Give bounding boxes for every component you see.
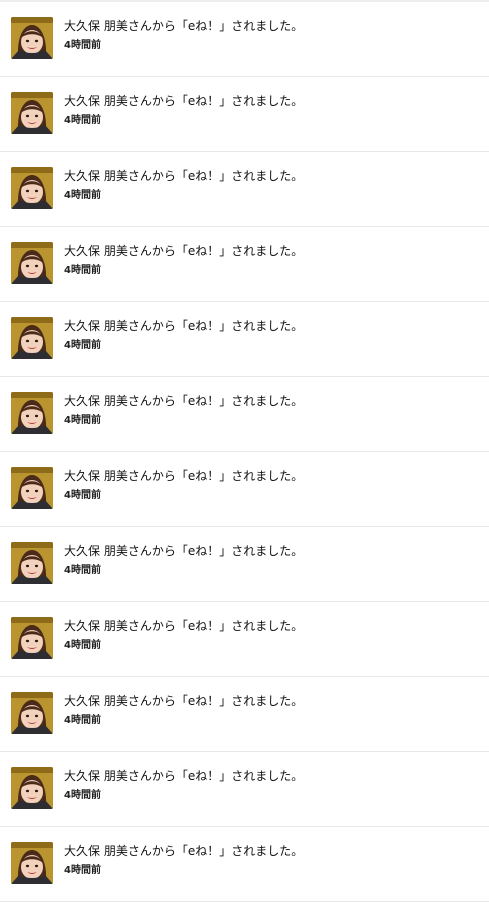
avatar[interactable]: [11, 842, 53, 884]
notification-text: 大久保 朋美さんから「eね！」されました。 4時間前: [64, 693, 479, 727]
avatar[interactable]: [11, 617, 53, 659]
notification-item[interactable]: 大久保 朋美さんから「eね！」されました。 4時間前: [0, 527, 489, 602]
notification-message: 大久保 朋美さんから「eね！」されました。: [64, 169, 304, 183]
notification-text: 大久保 朋美さんから「eね！」されました。 4時間前: [64, 393, 479, 427]
notification-list: 大久保 朋美さんから「eね！」されました。 4時間前 大久保 朋美さんから「eね…: [0, 2, 489, 902]
notification-time: 4時間前: [64, 415, 101, 426]
notification-text: 大久保 朋美さんから「eね！」されました。 4時間前: [64, 543, 479, 577]
notification-message: 大久保 朋美さんから「eね！」されました。: [64, 769, 304, 783]
notification-time: 4時間前: [64, 565, 101, 576]
avatar-image: [11, 467, 53, 509]
avatar-image: [11, 92, 53, 134]
avatar-image: [11, 242, 53, 284]
notification-item[interactable]: 大久保 朋美さんから「eね！」されました。 4時間前: [0, 677, 489, 752]
avatar[interactable]: [11, 392, 53, 434]
notification-message: 大久保 朋美さんから「eね！」されました。: [64, 619, 304, 633]
notification-message: 大久保 朋美さんから「eね！」されました。: [64, 94, 304, 108]
notification-time: 4時間前: [64, 190, 101, 201]
notification-time: 4時間前: [64, 40, 101, 51]
avatar-image: [11, 767, 53, 809]
notification-item[interactable]: 大久保 朋美さんから「eね！」されました。 4時間前: [0, 602, 489, 677]
notification-text: 大久保 朋美さんから「eね！」されました。 4時間前: [64, 768, 479, 802]
notification-text: 大久保 朋美さんから「eね！」されました。 4時間前: [64, 18, 479, 52]
notification-time: 4時間前: [64, 265, 101, 276]
avatar-image: [11, 17, 53, 59]
notification-item[interactable]: 大久保 朋美さんから「eね！」されました。 4時間前: [0, 752, 489, 827]
notification-item[interactable]: 大久保 朋美さんから「eね！」されました。 4時間前: [0, 377, 489, 452]
avatar[interactable]: [11, 317, 53, 359]
notification-message: 大久保 朋美さんから「eね！」されました。: [64, 19, 304, 33]
notification-message: 大久保 朋美さんから「eね！」されました。: [64, 844, 304, 858]
notification-message: 大久保 朋美さんから「eね！」されました。: [64, 544, 304, 558]
notification-item[interactable]: 大久保 朋美さんから「eね！」されました。 4時間前: [0, 452, 489, 527]
notification-item[interactable]: 大久保 朋美さんから「eね！」されました。 4時間前: [0, 2, 489, 77]
notification-text: 大久保 朋美さんから「eね！」されました。 4時間前: [64, 468, 479, 502]
avatar[interactable]: [11, 242, 53, 284]
avatar-image: [11, 392, 53, 434]
notification-time: 4時間前: [64, 865, 101, 876]
avatar[interactable]: [11, 767, 53, 809]
notification-message: 大久保 朋美さんから「eね！」されました。: [64, 694, 304, 708]
notification-message: 大久保 朋美さんから「eね！」されました。: [64, 319, 304, 333]
notification-time: 4時間前: [64, 640, 101, 651]
notification-text: 大久保 朋美さんから「eね！」されました。 4時間前: [64, 243, 479, 277]
avatar[interactable]: [11, 542, 53, 584]
avatar[interactable]: [11, 167, 53, 209]
notification-time: 4時間前: [64, 490, 101, 501]
notification-text: 大久保 朋美さんから「eね！」されました。 4時間前: [64, 168, 479, 202]
notification-item[interactable]: 大久保 朋美さんから「eね！」されました。 4時間前: [0, 827, 489, 902]
notification-message: 大久保 朋美さんから「eね！」されました。: [64, 394, 304, 408]
notification-time: 4時間前: [64, 715, 101, 726]
notification-text: 大久保 朋美さんから「eね！」されました。 4時間前: [64, 318, 479, 352]
avatar[interactable]: [11, 467, 53, 509]
notification-text: 大久保 朋美さんから「eね！」されました。 4時間前: [64, 618, 479, 652]
notification-message: 大久保 朋美さんから「eね！」されました。: [64, 469, 304, 483]
avatar[interactable]: [11, 692, 53, 734]
notification-text: 大久保 朋美さんから「eね！」されました。 4時間前: [64, 843, 479, 877]
notification-item[interactable]: 大久保 朋美さんから「eね！」されました。 4時間前: [0, 152, 489, 227]
notification-text: 大久保 朋美さんから「eね！」されました。 4時間前: [64, 93, 479, 127]
avatar-image: [11, 842, 53, 884]
notification-time: 4時間前: [64, 340, 101, 351]
notification-time: 4時間前: [64, 115, 101, 126]
avatar[interactable]: [11, 17, 53, 59]
avatar[interactable]: [11, 92, 53, 134]
notification-item[interactable]: 大久保 朋美さんから「eね！」されました。 4時間前: [0, 302, 489, 377]
notification-time: 4時間前: [64, 790, 101, 801]
notification-message: 大久保 朋美さんから「eね！」されました。: [64, 244, 304, 258]
avatar-image: [11, 167, 53, 209]
avatar-image: [11, 692, 53, 734]
avatar-image: [11, 542, 53, 584]
avatar-image: [11, 617, 53, 659]
notification-item[interactable]: 大久保 朋美さんから「eね！」されました。 4時間前: [0, 227, 489, 302]
notification-item[interactable]: 大久保 朋美さんから「eね！」されました。 4時間前: [0, 77, 489, 152]
avatar-image: [11, 317, 53, 359]
